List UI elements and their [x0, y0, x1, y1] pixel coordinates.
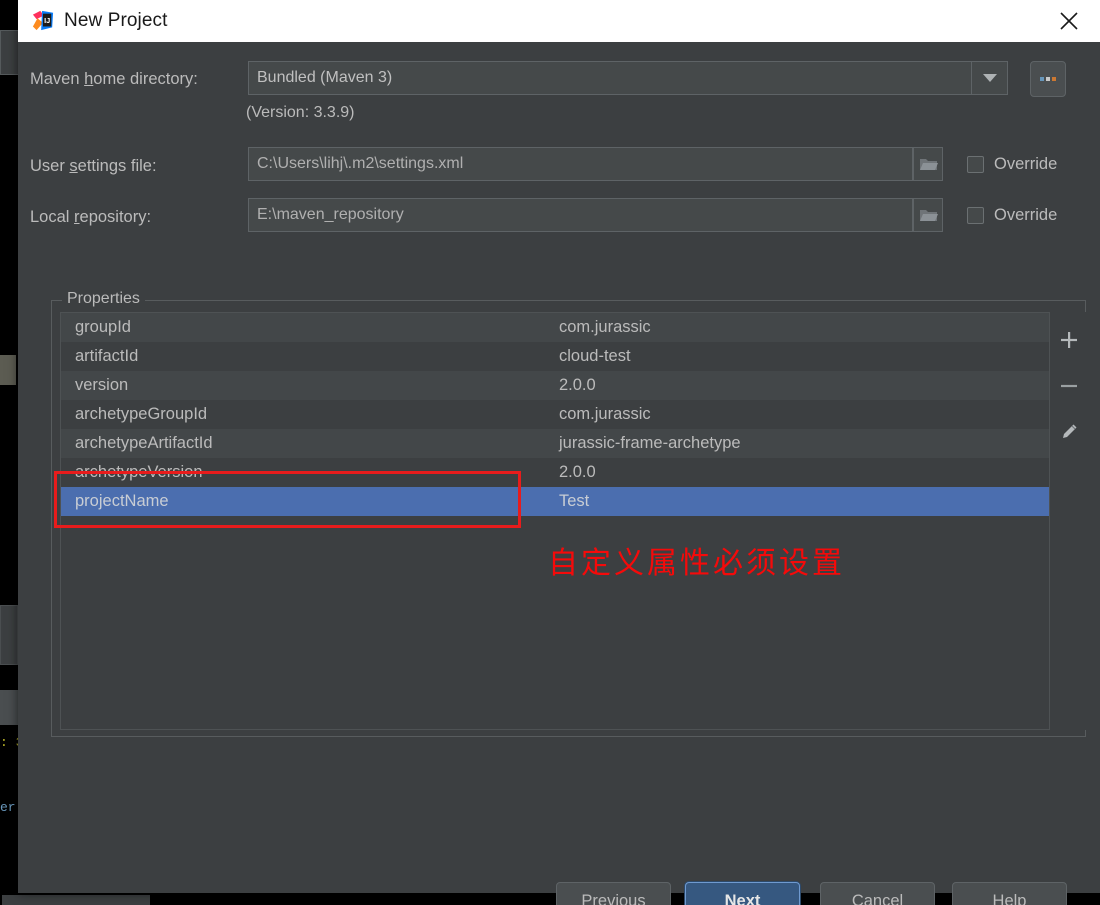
property-value: Test	[559, 492, 590, 510]
pencil-icon	[1063, 424, 1077, 438]
local-repository-label: Local repository:	[30, 208, 151, 227]
help-button[interactable]: Help	[952, 882, 1067, 905]
annotation-text: 自定义属性必须设置	[548, 546, 845, 581]
property-value: 2.0.0	[559, 376, 596, 394]
property-key: archetypeGroupId	[75, 405, 208, 423]
ellipsis-dot-2	[1046, 77, 1050, 81]
local-repository-value: E:\maven_repository	[257, 206, 404, 223]
remove-property-button[interactable]	[1055, 372, 1083, 400]
property-value: com.jurassic	[559, 318, 651, 336]
svg-text:IJ: IJ	[44, 16, 50, 25]
property-key: artifactId	[75, 347, 139, 365]
properties-table[interactable]: groupId com.jurassic artifactId cloud-test v…	[60, 312, 1050, 730]
user-settings-override-label: Override	[994, 155, 1058, 173]
maven-home-combobox[interactable]: Bundled (Maven 3)	[248, 61, 1008, 95]
user-settings-folder-button[interactable]	[913, 147, 943, 181]
new-project-dialog: IJ New Project Maven home directory: Bun…	[18, 0, 1100, 905]
properties-group-title: Properties	[62, 290, 145, 308]
next-button[interactable]: Next	[685, 882, 800, 905]
dialog-button-bar: Previous Next Cancel Help	[18, 882, 1100, 905]
local-repository-label-suffix: epository:	[79, 208, 152, 226]
local-repository-override-label: Override	[994, 206, 1058, 224]
maven-version-note: (Version: 3.3.9)	[246, 104, 355, 121]
property-value: cloud-test	[559, 347, 631, 365]
close-icon[interactable]	[1038, 0, 1100, 42]
table-row[interactable]: projectName Test	[61, 487, 1049, 516]
properties-toolbar	[1052, 312, 1086, 730]
maven-home-label-mnemonic: h	[84, 70, 94, 88]
background-left-code-2: er	[0, 800, 16, 815]
table-row[interactable]: groupId com.jurassic	[61, 313, 1049, 342]
minus-icon	[1061, 384, 1077, 388]
properties-group: Properties groupId com.jurassic artifactId…	[51, 290, 1086, 737]
folder-icon	[919, 158, 938, 170]
ellipsis-dot-3	[1052, 77, 1056, 81]
chevron-down-icon[interactable]	[971, 62, 1007, 94]
table-row[interactable]: artifactId cloud-test	[61, 342, 1049, 371]
maven-home-label: Maven home directory:	[30, 70, 198, 89]
folder-icon	[919, 209, 938, 221]
local-repository-label-prefix: Local	[30, 208, 75, 226]
maven-home-label-prefix: Maven	[30, 70, 85, 88]
background-left-panel-3	[0, 690, 18, 725]
maven-home-label-suffix: ome directory:	[93, 70, 198, 88]
property-value: jurassic-frame-archetype	[559, 434, 741, 452]
table-row[interactable]: archetypeArtifactId jurassic-frame-archet…	[61, 429, 1049, 458]
edit-property-button[interactable]	[1055, 418, 1083, 446]
user-settings-label-suffix: ettings file:	[77, 157, 157, 175]
table-row[interactable]: archetypeGroupId com.jurassic	[61, 400, 1049, 429]
local-repository-override-checkbox[interactable]	[967, 207, 984, 224]
dialog-body: Maven home directory: Bundled (Maven 3) …	[18, 42, 1100, 905]
cancel-button[interactable]: Cancel	[820, 882, 935, 905]
local-repository-folder-button[interactable]	[913, 198, 943, 232]
user-settings-value: C:\Users\lihj\.m2\settings.xml	[257, 155, 464, 172]
dialog-title: New Project	[64, 10, 168, 31]
user-settings-override-row[interactable]: Override	[967, 155, 1057, 174]
user-settings-input[interactable]: C:\Users\lihj\.m2\settings.xml	[248, 147, 913, 181]
local-repository-input[interactable]: E:\maven_repository	[248, 198, 913, 232]
background-left-panel-2	[0, 605, 18, 665]
user-settings-label-prefix: User	[30, 157, 70, 175]
dialog-titlebar: IJ New Project	[18, 0, 1100, 42]
property-key: archetypeArtifactId	[75, 434, 213, 452]
table-row[interactable]: version 2.0.0	[61, 371, 1049, 400]
table-row[interactable]: archetypeVersion 2.0.0	[61, 458, 1049, 487]
local-repository-override-row[interactable]: Override	[967, 206, 1057, 225]
intellij-idea-logo-icon: IJ	[32, 10, 54, 32]
property-key: version	[75, 376, 129, 394]
ellipsis-dot-1	[1040, 77, 1044, 81]
screen-root: : 3 er n n n n n n n e t	[0, 0, 1100, 905]
add-property-button[interactable]	[1055, 326, 1083, 354]
property-key: archetypeVersion	[75, 463, 203, 481]
user-settings-label-mnemonic: s	[69, 157, 78, 175]
previous-button[interactable]: Previous	[556, 882, 671, 905]
background-left-panel-1	[0, 30, 20, 75]
background-left-panel-4	[0, 355, 16, 385]
properties-table-body: groupId com.jurassic artifactId cloud-test v…	[61, 313, 1049, 516]
user-settings-label: User settings file:	[30, 157, 157, 176]
property-key: projectName	[75, 492, 169, 510]
property-value: com.jurassic	[559, 405, 651, 423]
user-settings-override-checkbox[interactable]	[967, 156, 984, 173]
plus-icon	[1061, 332, 1077, 348]
maven-home-browse-button[interactable]	[1030, 61, 1066, 97]
maven-home-value: Bundled (Maven 3)	[257, 69, 393, 86]
property-key: groupId	[75, 318, 131, 336]
property-value: 2.0.0	[559, 463, 596, 481]
